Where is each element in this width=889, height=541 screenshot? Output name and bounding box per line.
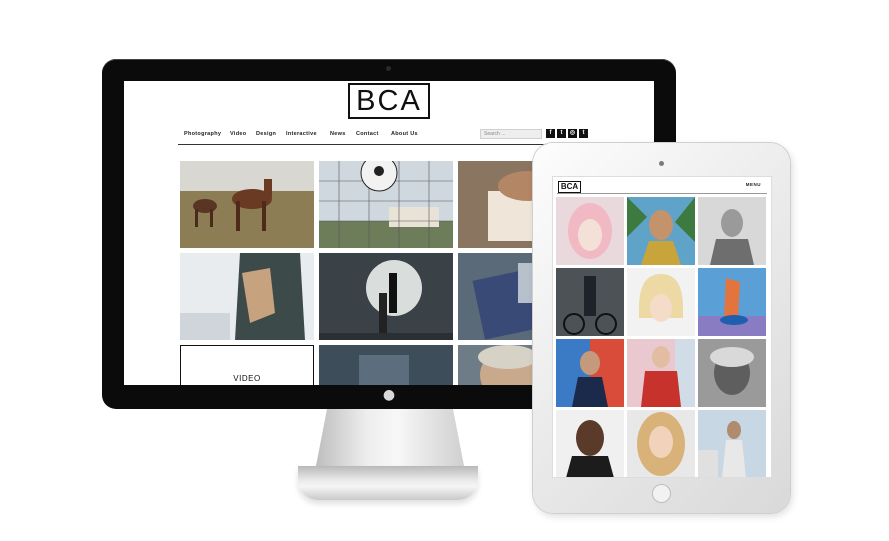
nav-photography[interactable]: Photography: [184, 131, 221, 137]
imac-stand-foot: [298, 466, 478, 500]
site-logo[interactable]: BCA: [348, 83, 430, 119]
nav-news[interactable]: News: [330, 131, 346, 137]
ipad-home-button[interactable]: [652, 484, 671, 503]
itile-sky-man[interactable]: [698, 410, 766, 477]
itile-blonde-woman[interactable]: [627, 410, 695, 477]
tile-torso[interactable]: [180, 253, 314, 340]
tile-soccer[interactable]: [319, 161, 453, 248]
itile-blue-sculpture[interactable]: [698, 268, 766, 336]
tile-studio[interactable]: [319, 253, 453, 340]
twitter-icon[interactable]: t: [557, 129, 566, 138]
tile-video[interactable]: VIDEO: [180, 345, 314, 385]
itile-red-shirt[interactable]: [627, 339, 695, 407]
tumblr-icon[interactable]: t: [579, 129, 588, 138]
facebook-icon[interactable]: f: [546, 129, 555, 138]
itile-smiling-man[interactable]: [556, 410, 624, 477]
imac-stand-neck: [315, 409, 465, 471]
video-tile-label: VIDEO: [233, 374, 261, 383]
nav-video[interactable]: Video: [230, 131, 246, 137]
ipad-camera-dot: [659, 161, 664, 166]
tile-horses[interactable]: [180, 161, 314, 248]
tablet-website: BCA MENU: [553, 177, 771, 477]
nav-divider: [178, 144, 600, 145]
webcam-dot: [386, 66, 391, 71]
itile-bw-old-man[interactable]: [698, 339, 766, 407]
nav-about-us[interactable]: About Us: [391, 131, 418, 137]
itile-pink-hair[interactable]: [556, 197, 624, 265]
nav-design[interactable]: Design: [256, 131, 276, 137]
apple-logo-icon: ●: [382, 387, 396, 403]
itile-suit-colour[interactable]: [556, 339, 624, 407]
instagram-icon[interactable]: ◎: [568, 129, 577, 138]
ipad-header-divider: [557, 193, 767, 194]
nav-interactive[interactable]: Interactive: [286, 131, 317, 137]
itile-bicycle[interactable]: [556, 268, 624, 336]
ipad-site-logo[interactable]: BCA: [558, 181, 581, 193]
search-input[interactable]: Search ...: [480, 129, 542, 139]
itile-man-palms[interactable]: [627, 197, 695, 265]
nav-contact[interactable]: Contact: [356, 131, 379, 137]
itile-bob-hair[interactable]: [627, 268, 695, 336]
itile-bw-man[interactable]: [698, 197, 766, 265]
ipad-device: BCA MENU: [533, 143, 790, 513]
ipad-menu-button[interactable]: MENU: [746, 182, 761, 187]
tile-dark[interactable]: [319, 345, 453, 385]
